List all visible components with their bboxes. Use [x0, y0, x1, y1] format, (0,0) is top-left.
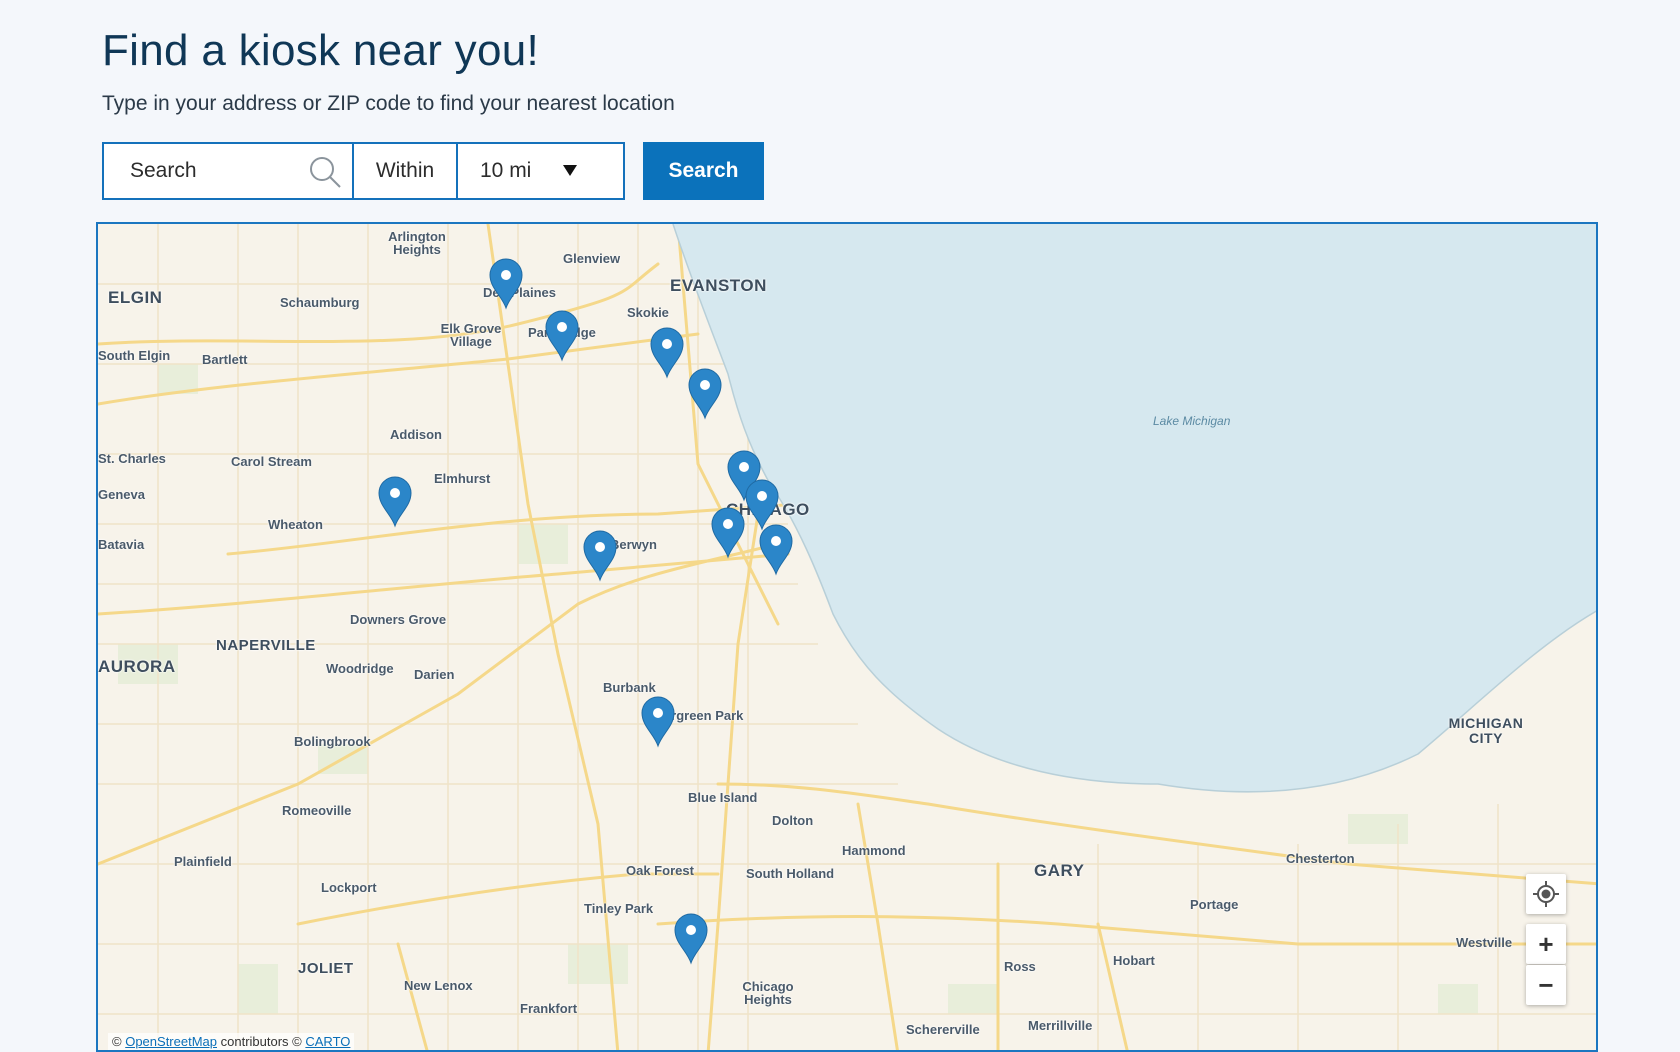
place-label: Portage [1190, 897, 1239, 912]
place-label: Ross [1004, 959, 1036, 974]
lake-label: Lake Michigan [1153, 414, 1231, 428]
locate-icon [1533, 881, 1559, 907]
map[interactable]: Arlington Heights Glenview ELGIN Schaumb… [96, 222, 1598, 1052]
place-label: Frankfort [520, 1001, 578, 1016]
place-label: ELGIN [108, 288, 163, 307]
place-label: Chicago Heights [742, 979, 794, 1007]
within-label: Within [353, 142, 457, 200]
place-label: Hobart [1113, 953, 1155, 968]
map-marker-icon[interactable] [640, 696, 676, 748]
place-label: Arlington Heights [388, 229, 446, 257]
map-tiles [98, 224, 1596, 1050]
place-label: Downers Grove [350, 612, 447, 627]
place-label: Westville [1456, 935, 1513, 950]
caret-down-icon [563, 165, 577, 176]
map-marker-icon[interactable] [377, 476, 413, 528]
place-label: Tinley Park [584, 901, 654, 916]
openstreetmap-link[interactable]: OpenStreetMap [125, 1034, 217, 1049]
zoom-out-button[interactable]: − [1526, 965, 1566, 1005]
page-title: Find a kiosk near you! [102, 26, 540, 75]
place-label: Woodridge [326, 661, 394, 676]
place-label: St. Charles [98, 451, 166, 466]
place-label: Dolton [772, 813, 814, 828]
place-label: JOLIET [298, 960, 354, 977]
zoom-in-button[interactable]: + [1526, 924, 1566, 964]
place-label: Chesterton [1286, 851, 1355, 866]
place-label: Elk Grove Village [440, 321, 502, 349]
map-marker-icon[interactable] [649, 327, 685, 379]
place-label: Lockport [321, 880, 377, 895]
search-button[interactable]: Search [643, 142, 764, 200]
place-label: South Elgin [98, 348, 171, 363]
map-marker-icon[interactable] [710, 507, 746, 559]
place-label: Geneva [98, 487, 145, 502]
map-marker-icon[interactable] [488, 258, 524, 310]
map-attribution: © OpenStreetMap contributors © CARTO [108, 1033, 355, 1050]
place-label: South Holland [746, 866, 835, 881]
place-label: Plainfield [174, 854, 232, 869]
carto-link[interactable]: CARTO [305, 1034, 350, 1049]
map-marker-icon[interactable] [544, 310, 580, 362]
search-form: Within 10 mi Search [102, 142, 764, 200]
place-label: Carol Stream [231, 454, 312, 469]
place-label: Schererville [906, 1022, 980, 1037]
place-label: Blue Island [688, 790, 758, 805]
place-label: Bolingbrook [294, 734, 371, 749]
place-label: Hammond [842, 843, 906, 858]
place-label: Skokie [627, 305, 669, 320]
page-subtitle: Type in your address or ZIP code to find… [102, 92, 675, 115]
place-label: Wheaton [268, 517, 323, 532]
map-marker-icon[interactable] [758, 524, 794, 576]
attribution-prefix: © [112, 1034, 122, 1049]
place-label: Glenview [563, 251, 621, 266]
search-icon[interactable] [308, 155, 342, 194]
place-label: Merrillville [1028, 1018, 1093, 1033]
place-label: MICHIGAN CITY [1448, 715, 1524, 746]
place-label: Elmhurst [434, 471, 491, 486]
place-label: NAPERVILLE [216, 637, 316, 654]
place-label: Addison [390, 427, 442, 442]
distance-value: 10 mi [480, 159, 532, 182]
map-marker-icon[interactable] [582, 530, 618, 582]
place-label: Romeoville [282, 803, 352, 818]
distance-select[interactable]: 10 mi [457, 142, 625, 200]
search-input[interactable] [128, 158, 302, 184]
locate-button[interactable] [1526, 874, 1566, 914]
place-label: Darien [414, 667, 455, 682]
attribution-middle: contributors © [220, 1034, 302, 1049]
place-label: GARY [1034, 861, 1085, 880]
place-label: Burbank [603, 680, 656, 695]
place-label: Schaumburg [280, 295, 360, 310]
place-label: EVANSTON [670, 276, 767, 295]
search-box [102, 142, 353, 200]
place-label: Batavia [98, 537, 145, 552]
map-marker-icon[interactable] [673, 913, 709, 965]
map-marker-icon[interactable] [687, 368, 723, 420]
place-label: AURORA [98, 657, 176, 676]
place-label: Bartlett [202, 352, 248, 367]
place-label: New Lenox [404, 978, 473, 993]
place-label: Oak Forest [626, 863, 694, 878]
